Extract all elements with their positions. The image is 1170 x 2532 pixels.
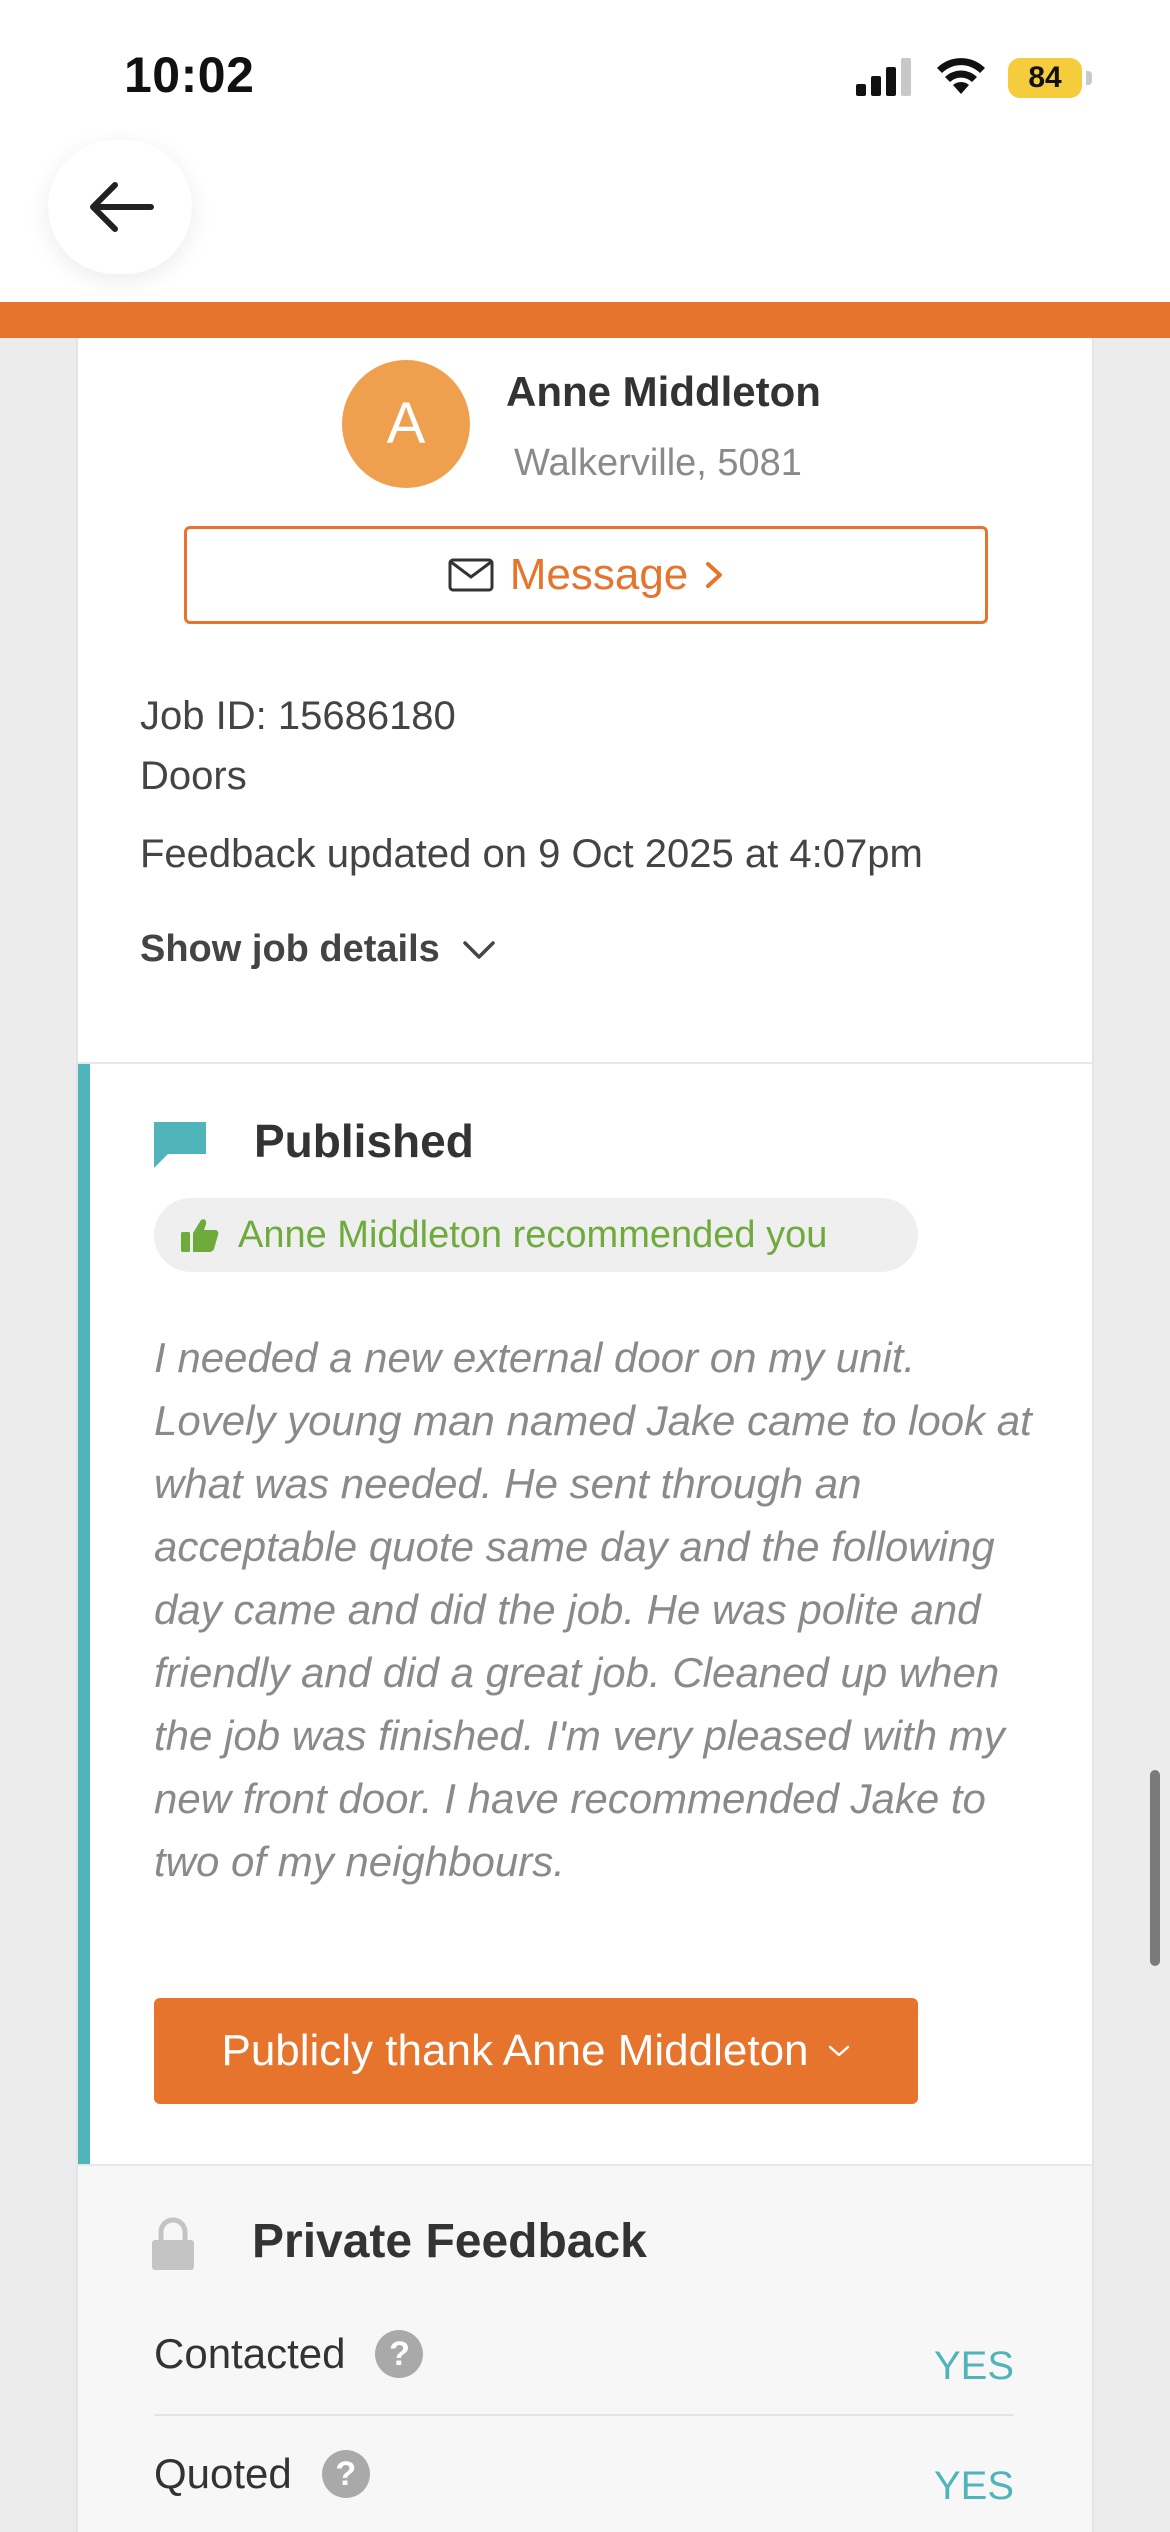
- battery-tip: [1086, 71, 1092, 85]
- help-icon[interactable]: ?: [321, 2450, 370, 2498]
- avatar: A: [342, 360, 470, 488]
- published-title: Published: [254, 1115, 474, 1167]
- contacted-value: YES: [933, 2344, 1014, 2388]
- contacted-label-group: Contacted ?: [154, 2330, 424, 2378]
- chat-bubble-icon: [154, 1122, 206, 1168]
- envelope-icon: [448, 558, 494, 592]
- chevron-down-icon: [463, 940, 495, 959]
- contacted-label: Contacted: [154, 2330, 346, 2377]
- private-feedback-title: Private Feedback: [252, 2215, 647, 2268]
- recommendation-badge: Anne Middleton recommended you: [154, 1198, 918, 1272]
- job-id: Job ID: 15686180: [140, 694, 456, 738]
- quoted-value: YES: [933, 2464, 1014, 2508]
- status-time: 10:02: [124, 47, 255, 103]
- private-feedback-row-quoted: Quoted ? YES: [154, 2436, 1014, 2532]
- message-button-label: Message: [509, 550, 689, 599]
- recommendation-text: Anne Middleton recommended you: [238, 1213, 828, 1256]
- publicly-thank-button[interactable]: Publicly thank Anne Middleton: [154, 1998, 918, 2104]
- chevron-right-icon: [706, 562, 723, 588]
- scrollbar[interactable]: [1150, 1770, 1160, 1966]
- status-bar: 10:02 84: [0, 0, 1170, 150]
- chevron-down-icon: [828, 2045, 849, 2057]
- back-button[interactable]: [48, 140, 192, 274]
- published-review-section: Published Anne Middleton recommended you…: [78, 1064, 1092, 2164]
- wifi-icon: [937, 58, 985, 94]
- feedback-card: A Anne Middleton Walkerville, 5081 Messa…: [76, 338, 1094, 2532]
- review-text: I needed a new external door on my unit.…: [154, 1334, 1032, 1885]
- thumbs-up-icon: [181, 1219, 219, 1252]
- header-accent-bar: [0, 302, 1170, 338]
- quoted-label-group: Quoted ?: [154, 2450, 370, 2498]
- feedback-updated-date: Feedback updated on 9 Oct 2025 at 4:07pm: [140, 832, 923, 876]
- help-icon[interactable]: ?: [375, 2330, 424, 2378]
- battery-level: 84: [1008, 58, 1082, 98]
- battery-indicator: 84: [1008, 58, 1092, 98]
- lock-icon: [152, 2217, 194, 2270]
- cellular-signal-icon: [856, 58, 911, 96]
- private-feedback-row-contacted: Contacted ? YES: [154, 2316, 1014, 2416]
- quoted-label: Quoted: [154, 2450, 292, 2497]
- show-job-details-label: Show job details: [140, 928, 440, 970]
- customer-name: Anne Middleton: [506, 368, 821, 415]
- back-arrow-icon: [90, 182, 154, 232]
- job-category: Doors: [140, 754, 247, 798]
- show-job-details-toggle[interactable]: Show job details: [140, 928, 496, 971]
- publicly-thank-label: Publicly thank Anne Middleton: [221, 2026, 809, 2075]
- private-feedback-section: Private Feedback Contacted ? YES Quoted …: [78, 2164, 1092, 2532]
- message-button[interactable]: Message: [184, 526, 988, 624]
- customer-location: Walkerville, 5081: [514, 442, 802, 484]
